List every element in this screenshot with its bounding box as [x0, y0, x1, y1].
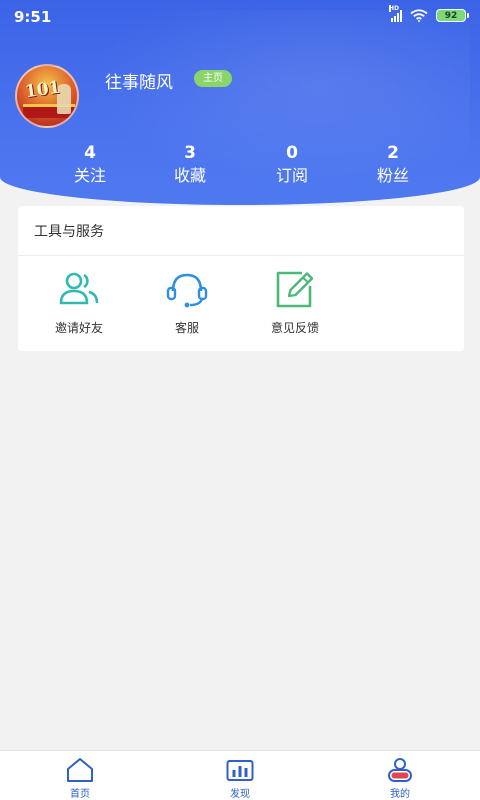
stat-value: 0 [286, 143, 298, 163]
headset-icon [166, 273, 208, 308]
tab-discover[interactable]: 发现 [200, 757, 280, 800]
tab-label: 发现 [230, 789, 250, 800]
profile-icon [388, 758, 412, 782]
tool-label: 意见反馈 [270, 321, 319, 335]
tab-mine[interactable]: 我的 [360, 757, 440, 800]
tool-invite-friends[interactable]: 邀请好友 [35, 269, 123, 336]
stat-label: 收藏 [173, 166, 206, 185]
stat-label: 粉丝 [376, 166, 409, 185]
stat-label: 关注 [73, 166, 106, 185]
home-icon [67, 758, 93, 782]
hd-label: HD [389, 4, 400, 12]
tool-feedback[interactable]: 意见反馈 [251, 269, 339, 336]
wifi-icon [410, 9, 428, 22]
status-bar: 9:51 HD 92 [0, 0, 480, 34]
stat-value: 3 [184, 143, 196, 163]
tool-label: 邀请好友 [54, 321, 103, 335]
invite-friends-icon [59, 272, 99, 305]
stat-value: 2 [387, 143, 399, 163]
stat-fans[interactable]: 2 粉丝 [343, 142, 443, 188]
avatar[interactable]: 101 [15, 64, 79, 128]
bottom-tab-bar: 首页 发现 我的 [0, 750, 480, 800]
discover-chart-icon [226, 760, 254, 781]
tools-services-card: 工具与服务 邀请好友 客服 意见反馈 [18, 206, 464, 351]
tool-label: 客服 [174, 321, 199, 335]
tab-home[interactable]: 首页 [40, 757, 120, 800]
status-time: 9:51 [14, 8, 52, 26]
username: 往事随风 [105, 73, 173, 93]
signal-icon: HD [389, 4, 402, 22]
status-icons: HD 92 [389, 4, 469, 22]
divider [18, 255, 464, 256]
stat-value: 4 [84, 143, 96, 163]
tab-label: 首页 [70, 789, 90, 800]
home-badge-button[interactable]: 主页 [194, 70, 232, 87]
stat-favorites[interactable]: 3 收藏 [140, 142, 240, 188]
stat-subscriptions[interactable]: 0 订阅 [242, 142, 342, 188]
tab-label: 我的 [390, 789, 410, 800]
card-title: 工具与服务 [34, 224, 104, 240]
stats-row: 4 关注 3 收藏 0 订阅 2 粉丝 [0, 142, 480, 190]
tool-customer-service[interactable]: 客服 [143, 269, 231, 336]
battery-indicator: 92 [436, 9, 469, 22]
profile-header: 9:51 HD 92 101 往事随风 主页 4 关注 3 收藏 0 订阅 2 … [0, 0, 480, 205]
feedback-edit-icon [276, 271, 314, 308]
stat-label: 订阅 [275, 166, 308, 185]
stat-following[interactable]: 4 关注 [40, 142, 140, 188]
